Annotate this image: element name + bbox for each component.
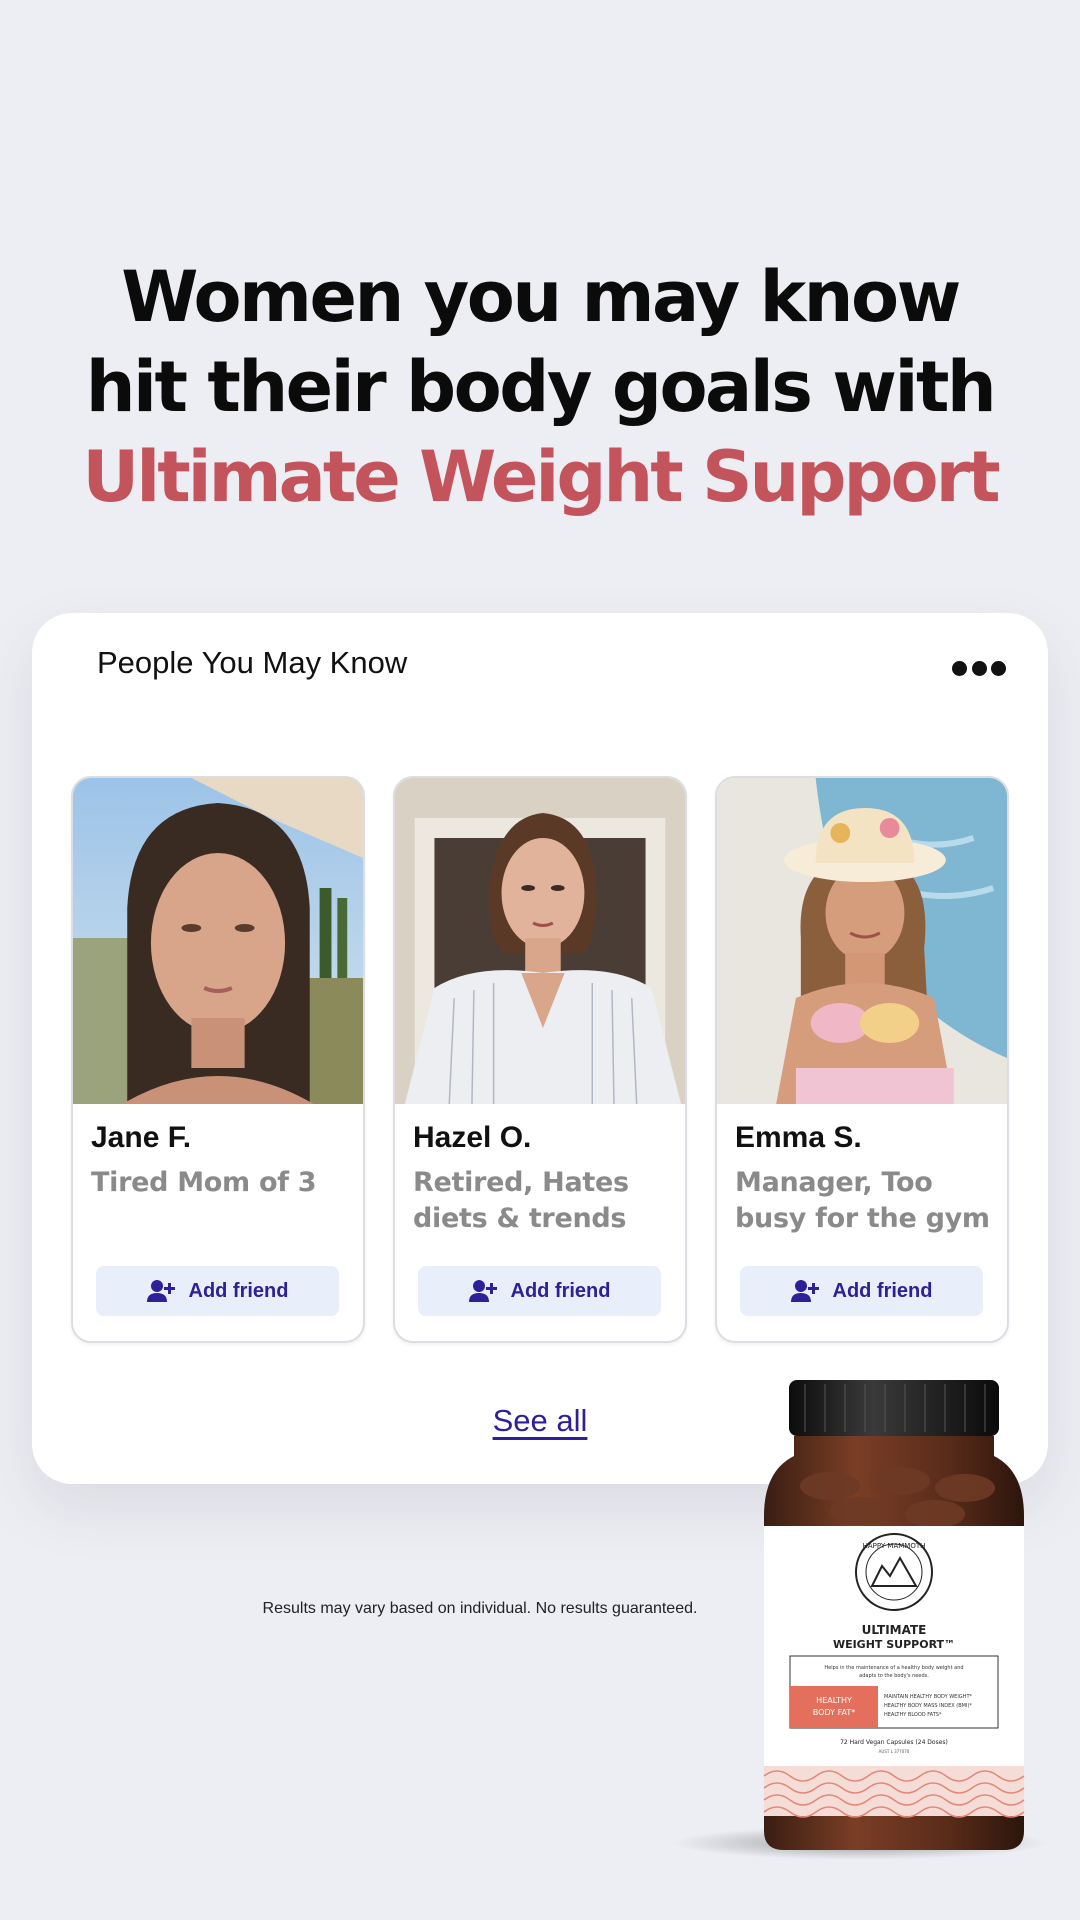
svg-text:HEALTHY BODY MASS INDEX (BMI)*: HEALTHY BODY MASS INDEX (BMI)* xyxy=(884,1703,972,1709)
person-description: Tired Mom of 3 xyxy=(91,1167,317,1198)
add-friend-button[interactable]: Add friend xyxy=(418,1266,661,1316)
profile-photo xyxy=(73,778,363,1104)
card-title: People You May Know xyxy=(97,645,408,680)
add-friend-label: Add friend xyxy=(510,1279,611,1302)
person-name: Jane F. xyxy=(91,1121,192,1154)
disclaimer: Results may vary based on individual. No… xyxy=(262,1600,698,1617)
person-description: Manager, Too busy for the gym xyxy=(735,1167,990,1234)
more-dot xyxy=(991,660,1006,676)
headline: Women you may know hit their body goals … xyxy=(0,252,1080,522)
add-user-icon xyxy=(790,1280,819,1302)
svg-text:Helps in the maintenance of a: Helps in the maintenance of a healthy bo… xyxy=(824,1665,963,1671)
svg-text:HEALTHY BLOOD FATS*: HEALTHY BLOOD FATS* xyxy=(884,1712,942,1718)
svg-text:BODY FAT*: BODY FAT* xyxy=(813,1708,855,1717)
headline-line-2: hit their body goals with xyxy=(85,346,997,428)
add-friend-button[interactable]: Add friend xyxy=(740,1266,983,1316)
add-friend-label: Add friend xyxy=(832,1279,933,1302)
profile-photo xyxy=(395,778,685,1104)
add-user-icon xyxy=(146,1280,175,1302)
person-name: Emma S. xyxy=(735,1121,862,1154)
add-user-icon xyxy=(468,1280,497,1302)
headline-line-1: Women you may know xyxy=(121,256,961,338)
person-card[interactable]: Jane F. Tired Mom of 3 Add friend xyxy=(71,776,365,1343)
svg-text:WEIGHT SUPPORT™: WEIGHT SUPPORT™ xyxy=(833,1638,955,1651)
add-friend-label: Add friend xyxy=(188,1279,289,1302)
person-name: Hazel O. xyxy=(413,1121,532,1154)
people-list: Jane F. Tired Mom of 3 Add friend Hazel … xyxy=(71,776,1009,1343)
svg-text:HAPPY MAMMOTH: HAPPY MAMMOTH xyxy=(863,1542,926,1550)
headline-product-name: Ultimate Weight Support xyxy=(82,436,1000,518)
svg-text:AUST L 377070: AUST L 377070 xyxy=(879,1749,910,1754)
person-card[interactable]: Hazel O. Retired, Hates diets & trends A… xyxy=(393,776,687,1343)
profile-photo xyxy=(717,778,1007,1104)
more-options-button[interactable] xyxy=(952,657,1006,679)
see-all-link[interactable]: See all xyxy=(493,1403,588,1438)
more-horizontal-icon xyxy=(952,660,967,676)
svg-text:HEALTHY: HEALTHY xyxy=(816,1696,852,1705)
svg-text:72 Hard Vegan Capsules (24 Dos: 72 Hard Vegan Capsules (24 Doses) xyxy=(840,1739,948,1746)
person-card[interactable]: Emma S. Manager, Too busy for the gym Ad… xyxy=(715,776,1009,1343)
product-bottle: HAPPY MAMMOTH ULTIMATE WEIGHT SUPPORT™ H… xyxy=(760,1376,1030,1856)
svg-text:ULTIMATE: ULTIMATE xyxy=(862,1623,927,1637)
svg-text:adapts to the body's needs.: adapts to the body's needs. xyxy=(859,1673,929,1679)
more-dot xyxy=(971,660,987,676)
people-you-may-know-card: People You May Know Jane F. Tired Mom of… xyxy=(32,613,1048,1484)
svg-text:MAINTAIN HEALTHY BODY WEIGHT*: MAINTAIN HEALTHY BODY WEIGHT* xyxy=(884,1694,972,1700)
person-description: Retired, Hates diets & trends xyxy=(413,1167,629,1234)
add-friend-button[interactable]: Add friend xyxy=(96,1266,339,1316)
